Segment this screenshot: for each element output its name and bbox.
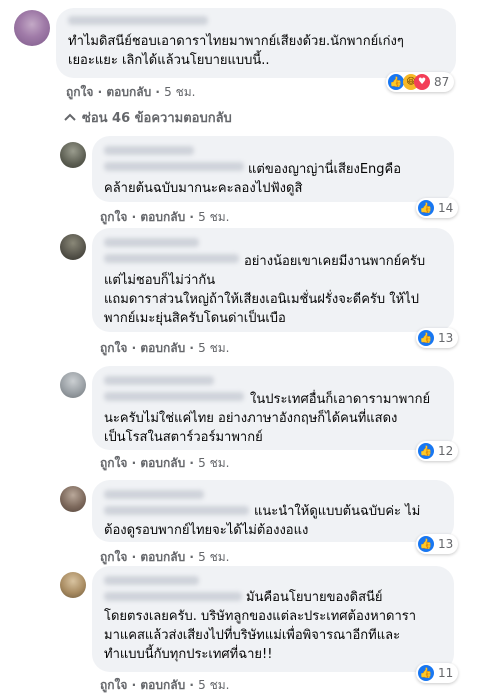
- like-icon: 👍: [418, 536, 434, 552]
- reply-author-redacted[interactable]: [104, 376, 214, 385]
- reply-time[interactable]: 5 ชม.: [198, 550, 229, 564]
- reply-reactions[interactable]: 👍 11: [416, 663, 459, 683]
- main-comment-bubble: ทำไมดิสนีย์ชอบเอาดาราไทยมาพากย์เสียงด้วย…: [56, 8, 456, 78]
- reply-bubble: ในประเทศอื่นก็เอาดารามาพากย์ นะครับไม่ใช…: [92, 366, 454, 450]
- chevron-up-icon: [64, 110, 76, 125]
- commenter-avatar[interactable]: [14, 10, 50, 46]
- reply-button[interactable]: ตอบกลับ: [140, 550, 185, 564]
- reply-reactions[interactable]: 👍 13: [416, 328, 459, 348]
- like-button[interactable]: ถูกใจ: [66, 85, 93, 99]
- reply-button[interactable]: ตอบกลับ: [106, 85, 151, 99]
- reply-avatar[interactable]: [60, 372, 86, 398]
- reply-reactions[interactable]: 👍 13: [416, 534, 459, 554]
- reaction-count: 13: [438, 537, 454, 551]
- reaction-count: 87: [434, 75, 450, 89]
- reaction-count: 11: [438, 666, 454, 680]
- like-icon: 👍: [418, 330, 434, 346]
- hide-replies-label: ซ่อน 46 ข้อความตอบกลับ: [82, 111, 232, 126]
- reply-button[interactable]: ตอบกลับ: [140, 678, 185, 692]
- hide-replies-button[interactable]: ซ่อน 46 ข้อความตอบกลับ: [64, 107, 232, 128]
- reply-actions: ถูกใจ · ตอบกลับ · 5 ชม.: [100, 341, 230, 355]
- reply-author-redacted[interactable]: [104, 490, 204, 499]
- like-button[interactable]: ถูกใจ: [100, 678, 127, 692]
- reply-text: มันคือนโยบายของดิสนีย์ โดยตรงเลยครับ. บร…: [104, 590, 417, 662]
- reaction-count: 13: [438, 331, 454, 345]
- reply-author-redacted[interactable]: [104, 576, 199, 585]
- main-comment-text: ทำไมดิสนีย์ชอบเอาดาราไทยมาพากย์เสียงด้วย…: [68, 34, 404, 68]
- reply-avatar[interactable]: [60, 234, 86, 260]
- reply-text: ในประเทศอื่นก็เอาดารามาพากย์ นะครับไม่ใช…: [104, 392, 431, 445]
- reply-time[interactable]: 5 ชม.: [198, 678, 229, 692]
- reply-author-redacted[interactable]: [104, 146, 194, 155]
- reply-author-redacted[interactable]: [104, 238, 199, 247]
- like-icon: 👍: [418, 200, 434, 216]
- reply-time[interactable]: 5 ชม.: [198, 210, 229, 224]
- love-icon: ♥: [414, 74, 430, 90]
- reply-text: แต่ของญาญ่านี่เสียงEngคือ คล้ายต้นฉบับมา…: [104, 162, 402, 196]
- reply-bubble: มันคือนโยบายของดิสนีย์ โดยตรงเลยครับ. บร…: [92, 566, 454, 672]
- reply-text: อย่างน้อยเขาเคยมีงานพากย์ครับ แต่ไม่ชอบก…: [104, 254, 426, 326]
- reply-time[interactable]: 5 ชม.: [198, 341, 229, 355]
- reply-actions: ถูกใจ · ตอบกลับ · 5 ชม.: [100, 678, 230, 692]
- reply-reactions[interactable]: 👍 14: [416, 198, 459, 218]
- reply-avatar[interactable]: [60, 142, 86, 168]
- main-comment-actions: ถูกใจ · ตอบกลับ · 5 ชม.: [66, 85, 196, 99]
- reply-text: แนะนำให้ดูแบบต้นฉบับค่ะ ไม่ ต้องดูรอบพาก…: [104, 504, 421, 538]
- reply-button[interactable]: ตอบกลับ: [140, 456, 185, 470]
- reply-bubble: แนะนำให้ดูแบบต้นฉบับค่ะ ไม่ ต้องดูรอบพาก…: [92, 480, 454, 542]
- reaction-count: 12: [438, 444, 454, 458]
- like-button[interactable]: ถูกใจ: [100, 550, 127, 564]
- reply-bubble: แต่ของญาญ่านี่เสียงEngคือ คล้ายต้นฉบับมา…: [92, 136, 454, 202]
- reply-avatar[interactable]: [60, 572, 86, 598]
- reply-bubble: อย่างน้อยเขาเคยมีงานพากย์ครับ แต่ไม่ชอบก…: [92, 228, 454, 332]
- like-icon: 👍: [388, 74, 404, 90]
- reply-time[interactable]: 5 ชม.: [198, 456, 229, 470]
- comment-time[interactable]: 5 ชม.: [164, 85, 195, 99]
- reaction-count: 14: [438, 201, 454, 215]
- reply-actions: ถูกใจ · ตอบกลับ · 5 ชม.: [100, 550, 230, 564]
- like-icon: 👍: [418, 665, 434, 681]
- like-button[interactable]: ถูกใจ: [100, 456, 127, 470]
- reply-avatar[interactable]: [60, 486, 86, 512]
- main-comment-reactions[interactable]: 👍 😆 ♥ 87: [386, 72, 455, 92]
- reply-actions: ถูกใจ · ตอบกลับ · 5 ชม.: [100, 456, 230, 470]
- reply-button[interactable]: ตอบกลับ: [140, 341, 185, 355]
- reply-reactions[interactable]: 👍 12: [416, 441, 459, 461]
- reply-button[interactable]: ตอบกลับ: [140, 210, 185, 224]
- like-icon: 👍: [418, 443, 434, 459]
- like-button[interactable]: ถูกใจ: [100, 210, 127, 224]
- reply-actions: ถูกใจ · ตอบกลับ · 5 ชม.: [100, 210, 230, 224]
- like-button[interactable]: ถูกใจ: [100, 341, 127, 355]
- commenter-name-redacted[interactable]: [68, 16, 208, 25]
